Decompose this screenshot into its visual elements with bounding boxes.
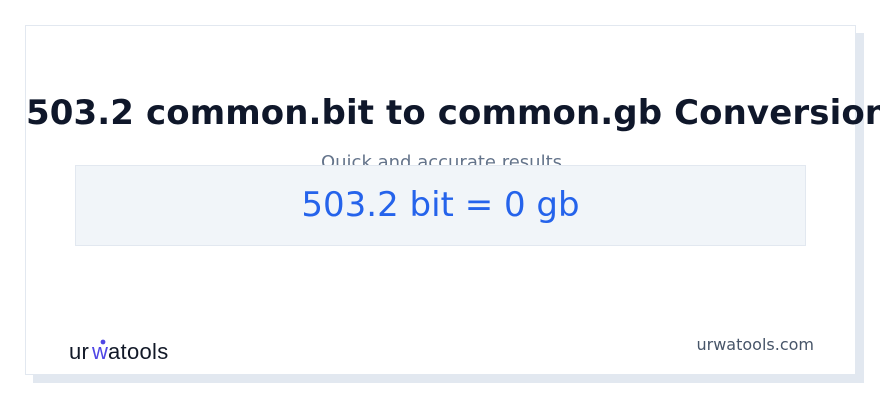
- urwatools-logo: ur w atools: [69, 336, 189, 364]
- site-domain: urwatools.com: [696, 335, 815, 354]
- page-title: 503.2 common.bit to common.gb Conversion: [26, 93, 880, 133]
- svg-text:atools: atools: [108, 339, 169, 364]
- conversion-result: 503.2 bit = 0 gb: [301, 185, 580, 225]
- urwatools-logo-mark: ur w atools: [69, 339, 169, 364]
- svg-text:w: w: [91, 339, 108, 364]
- conversion-card: 503.2 common.bit to common.gb Conversion…: [25, 25, 880, 375]
- result-box: 503.2 bit = 0 gb: [75, 165, 806, 246]
- svg-text:ur: ur: [69, 339, 89, 364]
